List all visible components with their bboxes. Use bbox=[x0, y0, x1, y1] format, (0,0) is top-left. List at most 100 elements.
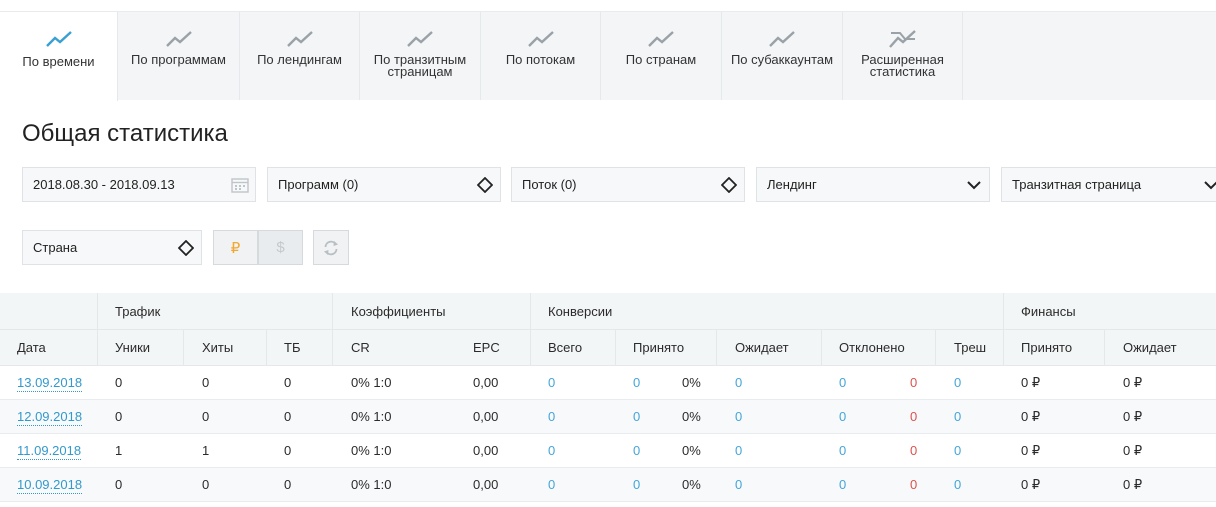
transit-page-select-value: Транзитная страница bbox=[1012, 177, 1142, 192]
row-trash[interactable]: 0 bbox=[954, 477, 961, 493]
row-epc: 0,00 bbox=[473, 375, 499, 390]
group-conversions: Конверсии bbox=[548, 304, 613, 319]
date-range-value: 2018.08.30 - 2018.09.13 bbox=[33, 177, 175, 192]
row-accepted[interactable]: 0 bbox=[633, 375, 640, 391]
tab-by-time[interactable]: По времени bbox=[0, 12, 118, 101]
col-fin-accepted[interactable]: Принято bbox=[1021, 340, 1072, 356]
trend-chart-icon bbox=[165, 31, 192, 47]
row-epc: 0,00 bbox=[473, 477, 499, 492]
row-accepted-pct: 0% bbox=[682, 443, 701, 458]
row-rejected[interactable]: 0 bbox=[839, 443, 846, 459]
transit-page-select[interactable]: Транзитная страница bbox=[1001, 167, 1216, 202]
col-hits[interactable]: Хиты bbox=[202, 340, 233, 356]
col-accepted[interactable]: Принято bbox=[633, 340, 684, 356]
multiselect-diamond-icon bbox=[171, 239, 201, 256]
trend-chart-icon bbox=[45, 31, 72, 47]
row-total[interactable]: 0 bbox=[548, 477, 555, 493]
trend-chart-icon bbox=[407, 31, 433, 47]
refresh-icon bbox=[324, 240, 338, 255]
row-epc: 0,00 bbox=[473, 409, 499, 424]
country-select[interactable]: Страна bbox=[22, 230, 202, 265]
col-uniques[interactable]: Уники bbox=[115, 340, 150, 356]
row-epc: 0,00 bbox=[473, 443, 499, 458]
row-date-link[interactable]: 13.09.2018 bbox=[17, 375, 83, 392]
date-range-field[interactable]: 2018.08.30 - 2018.09.13 bbox=[22, 167, 256, 202]
row-fin-pending: 0 ₽ bbox=[1123, 477, 1143, 492]
currency-usd-button[interactable]: $ bbox=[258, 230, 303, 265]
programs-select[interactable]: Программ (0) bbox=[267, 167, 501, 202]
trend-chart-icon bbox=[769, 31, 795, 47]
tab-by-streams[interactable]: По потокам bbox=[481, 12, 601, 100]
tab-by-transit-pages[interactable]: По транзитным страницам bbox=[360, 12, 481, 100]
tab-by-countries[interactable]: По странам bbox=[601, 12, 722, 100]
tab-extended-stats[interactable]: Расширенная статистика bbox=[843, 12, 963, 100]
row-date-link[interactable]: 10.09.2018 bbox=[17, 477, 83, 494]
row-fin-pending: 0 ₽ bbox=[1123, 375, 1143, 390]
tab-by-programs[interactable]: По программам bbox=[118, 12, 240, 100]
row-trash[interactable]: 0 bbox=[954, 409, 961, 425]
row-accepted[interactable]: 0 bbox=[633, 409, 640, 425]
row-cr: 0% 1:0 bbox=[351, 375, 392, 390]
table-row: 12.09.2018 0 0 0 0% 1:0 0,00 0 0 0% 0 0 … bbox=[0, 400, 1216, 434]
programs-select-value: Программ (0) bbox=[278, 177, 359, 192]
row-pending[interactable]: 0 bbox=[735, 443, 742, 459]
row-total[interactable]: 0 bbox=[548, 375, 555, 391]
row-tb: 0 bbox=[284, 443, 292, 458]
col-trash[interactable]: Треш bbox=[954, 340, 986, 356]
row-date-link[interactable]: 12.09.2018 bbox=[17, 409, 83, 426]
row-date-link[interactable]: 11.09.2018 bbox=[17, 443, 82, 460]
row-fin-accepted: 0 ₽ bbox=[1021, 477, 1041, 492]
row-accepted-pct: 0% bbox=[682, 375, 701, 390]
col-fin-pending[interactable]: Ожидает bbox=[1123, 340, 1177, 356]
row-accepted-pct: 0% bbox=[682, 409, 701, 424]
col-pending[interactable]: Ожидает bbox=[735, 340, 789, 356]
col-date[interactable]: Дата bbox=[17, 340, 46, 356]
tab-by-landings[interactable]: По лендингам bbox=[240, 12, 360, 100]
group-traffic: Трафик bbox=[115, 304, 161, 319]
row-total[interactable]: 0 bbox=[548, 409, 555, 425]
row-fin-pending: 0 ₽ bbox=[1123, 443, 1143, 458]
row-uniques: 1 bbox=[115, 443, 123, 458]
row-rejected-neg: 0 bbox=[910, 375, 918, 390]
row-tb: 0 bbox=[284, 375, 292, 390]
landing-select-value: Лендинг bbox=[767, 177, 817, 192]
landing-select[interactable]: Лендинг bbox=[756, 167, 990, 202]
row-trash[interactable]: 0 bbox=[954, 443, 961, 459]
col-epc[interactable]: EPC bbox=[473, 340, 500, 356]
row-accepted[interactable]: 0 bbox=[633, 477, 640, 493]
stream-select[interactable]: Поток (0) bbox=[511, 167, 745, 202]
multiselect-diamond-icon bbox=[470, 176, 500, 193]
row-uniques: 0 bbox=[115, 477, 123, 492]
col-cr[interactable]: CR bbox=[351, 340, 370, 356]
row-pending[interactable]: 0 bbox=[735, 477, 742, 493]
row-total[interactable]: 0 bbox=[548, 443, 555, 459]
row-trash[interactable]: 0 bbox=[954, 375, 961, 391]
row-cr: 0% 1:0 bbox=[351, 477, 392, 492]
refresh-button[interactable] bbox=[313, 230, 349, 265]
row-cr: 0% 1:0 bbox=[351, 409, 392, 424]
row-rejected[interactable]: 0 bbox=[839, 477, 846, 493]
trend-chart-icon bbox=[527, 31, 554, 47]
calendar-icon[interactable] bbox=[225, 177, 255, 193]
tab-by-subaccounts[interactable]: По субаккаунтам bbox=[722, 12, 843, 100]
row-accepted[interactable]: 0 bbox=[633, 443, 640, 459]
currency-rub-button[interactable]: ₽ bbox=[213, 230, 258, 265]
country-select-value: Страна bbox=[33, 240, 78, 255]
row-rejected-neg: 0 bbox=[910, 443, 918, 458]
col-total[interactable]: Всего bbox=[548, 340, 582, 356]
row-rejected[interactable]: 0 bbox=[839, 409, 846, 425]
table-group-header: Трафик Коэффициенты Конверсии Финансы bbox=[0, 293, 1216, 330]
chevron-down-icon bbox=[1200, 180, 1216, 190]
row-fin-accepted: 0 ₽ bbox=[1021, 375, 1041, 390]
chevron-down-icon bbox=[959, 180, 989, 190]
row-pending[interactable]: 0 bbox=[735, 375, 742, 391]
row-pending[interactable]: 0 bbox=[735, 409, 742, 425]
stats-tabs: По времени По программам По лендингам По… bbox=[0, 0, 1216, 101]
stream-select-value: Поток (0) bbox=[522, 177, 577, 192]
row-hits: 0 bbox=[202, 477, 210, 492]
row-fin-accepted: 0 ₽ bbox=[1021, 409, 1041, 424]
col-rejected[interactable]: Отклонено bbox=[839, 340, 905, 356]
col-tb[interactable]: ТБ bbox=[284, 340, 300, 356]
top-divider bbox=[0, 0, 1216, 12]
row-rejected[interactable]: 0 bbox=[839, 375, 846, 391]
